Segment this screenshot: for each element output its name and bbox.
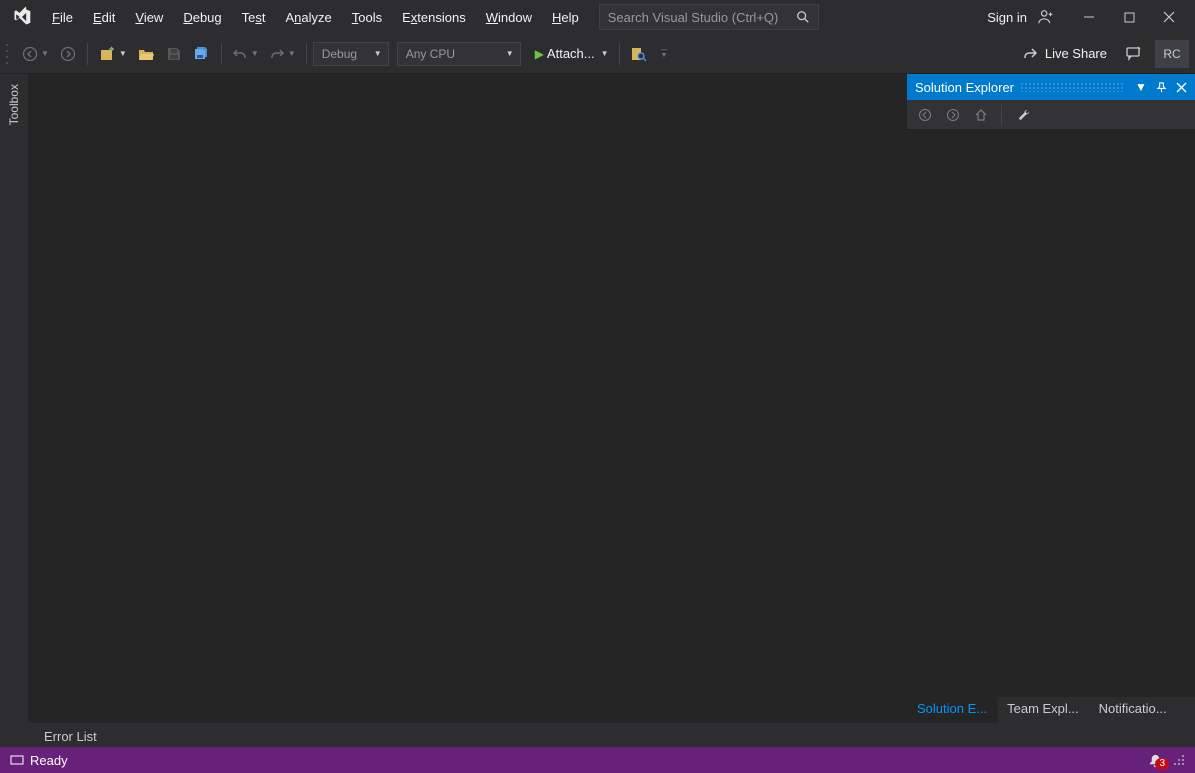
tab-team-explorer[interactable]: Team Expl... bbox=[997, 697, 1089, 723]
panel-grip[interactable] bbox=[1020, 82, 1125, 92]
window-controls bbox=[1069, 2, 1189, 32]
close-button[interactable] bbox=[1149, 2, 1189, 32]
share-icon bbox=[1023, 46, 1039, 62]
menu-tools[interactable]: Tools bbox=[342, 4, 392, 31]
config-value: Debug bbox=[322, 47, 357, 61]
panel-dropdown-icon[interactable]: ▼ bbox=[1131, 77, 1151, 97]
attach-label: Attach... bbox=[547, 46, 595, 61]
main-toolbar: ▼ ▼ ▼ ▼ Debug▼ Any CPU▼ ▶Attach...▼ ▼ Li… bbox=[0, 34, 1195, 74]
panel-body bbox=[907, 130, 1195, 697]
live-share-button[interactable]: Live Share bbox=[1017, 46, 1113, 62]
resize-grip-icon[interactable] bbox=[1173, 754, 1185, 766]
toolbar-separator bbox=[306, 43, 307, 65]
pin-icon[interactable] bbox=[1151, 77, 1171, 97]
search-icon bbox=[796, 10, 810, 24]
solution-config-combo[interactable]: Debug▼ bbox=[313, 42, 389, 66]
bottom-dock: Error List bbox=[0, 723, 1195, 747]
panel-back-icon[interactable] bbox=[913, 103, 937, 127]
toolbar-separator bbox=[619, 43, 620, 65]
minimize-button[interactable] bbox=[1069, 2, 1109, 32]
maximize-button[interactable] bbox=[1109, 2, 1149, 32]
save-all-button[interactable] bbox=[189, 41, 215, 67]
menu-view[interactable]: View bbox=[125, 4, 173, 31]
status-text: Ready bbox=[30, 753, 68, 768]
search-placeholder: Search Visual Studio (Ctrl+Q) bbox=[608, 10, 779, 25]
home-icon[interactable] bbox=[969, 103, 993, 127]
solution-platform-combo[interactable]: Any CPU▼ bbox=[397, 42, 521, 66]
menu-window[interactable]: Window bbox=[476, 4, 542, 31]
status-ready: Ready bbox=[10, 753, 68, 768]
tab-solution-explorer[interactable]: Solution E... bbox=[907, 697, 997, 723]
open-file-button[interactable] bbox=[133, 41, 159, 67]
find-in-files-button[interactable] bbox=[626, 41, 652, 67]
panel-tabs: Solution E... Team Expl... Notificatio..… bbox=[907, 697, 1195, 723]
redo-button[interactable]: ▼ bbox=[265, 41, 300, 67]
toolbar-overflow-button[interactable]: ▼ bbox=[654, 41, 672, 67]
toolbar-separator bbox=[87, 43, 88, 65]
panel-toolbar bbox=[907, 100, 1195, 130]
menu-file[interactable]: File bbox=[42, 4, 83, 31]
panel-forward-icon[interactable] bbox=[941, 103, 965, 127]
editor-area bbox=[28, 74, 907, 723]
menu-extensions[interactable]: Extensions bbox=[392, 4, 476, 31]
left-dock: Toolbox bbox=[0, 74, 28, 723]
toolbar-grip[interactable] bbox=[6, 44, 12, 64]
panel-separator bbox=[1001, 105, 1002, 125]
notifications-button[interactable]: 3 bbox=[1148, 753, 1163, 768]
toolbox-tab[interactable]: Toolbox bbox=[5, 78, 23, 131]
menu-analyze[interactable]: Analyze bbox=[276, 4, 342, 31]
release-badge[interactable]: RC bbox=[1155, 40, 1189, 68]
quick-launch-search[interactable]: Search Visual Studio (Ctrl+Q) bbox=[599, 4, 819, 30]
panel-close-icon[interactable] bbox=[1171, 77, 1191, 97]
nav-forward-button[interactable] bbox=[55, 41, 81, 67]
title-bar: File Edit View Debug Test Analyze Tools … bbox=[0, 0, 1195, 34]
panel-title-text: Solution Explorer bbox=[915, 80, 1014, 95]
menu-debug[interactable]: Debug bbox=[173, 4, 231, 31]
liveshare-label: Live Share bbox=[1045, 46, 1107, 61]
menu-test[interactable]: Test bbox=[232, 4, 276, 31]
platform-value: Any CPU bbox=[406, 47, 455, 61]
sign-in-link[interactable]: Sign in bbox=[987, 10, 1027, 25]
tab-notifications[interactable]: Notificatio... bbox=[1089, 697, 1177, 723]
status-mode-icon bbox=[10, 753, 24, 767]
notification-count: 3 bbox=[1155, 758, 1169, 770]
menu-help[interactable]: Help bbox=[542, 4, 589, 31]
status-bar: Ready 3 bbox=[0, 747, 1195, 773]
toolbar-separator bbox=[221, 43, 222, 65]
solution-explorer-panel: Solution Explorer ▼ Solution E... Team E… bbox=[907, 74, 1195, 723]
save-button[interactable] bbox=[161, 41, 187, 67]
user-icon[interactable] bbox=[1033, 4, 1059, 30]
panel-title-bar[interactable]: Solution Explorer ▼ bbox=[907, 74, 1195, 100]
main-area: Toolbox Solution Explorer ▼ Solution E..… bbox=[0, 74, 1195, 723]
nav-back-button[interactable]: ▼ bbox=[18, 41, 53, 67]
vs-logo-icon bbox=[8, 3, 36, 31]
new-project-button[interactable]: ▼ bbox=[94, 41, 131, 67]
error-list-tab[interactable]: Error List bbox=[34, 726, 107, 747]
undo-button[interactable]: ▼ bbox=[228, 41, 263, 67]
menu-edit[interactable]: Edit bbox=[83, 4, 125, 31]
start-debug-button[interactable]: ▶Attach...▼ bbox=[531, 41, 613, 67]
feedback-button[interactable] bbox=[1121, 41, 1147, 67]
properties-icon[interactable] bbox=[1010, 103, 1034, 127]
